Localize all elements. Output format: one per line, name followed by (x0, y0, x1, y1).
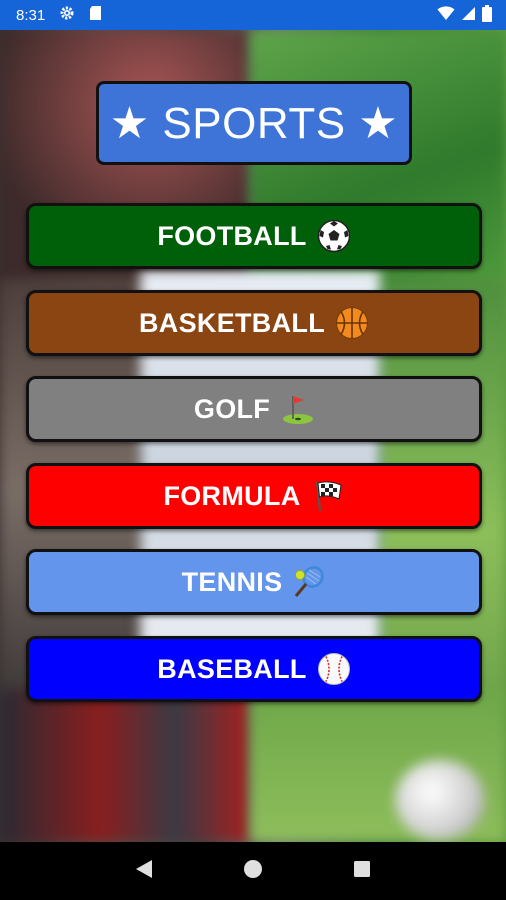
baseball-button[interactable]: BASEBALL (26, 636, 482, 702)
soccer-ball-icon (317, 219, 351, 253)
recents-button[interactable] (340, 849, 384, 893)
golf-flag-icon (280, 392, 314, 426)
status-bar: 8:31 (0, 0, 506, 30)
baseball-label: BASEBALL (157, 653, 307, 684)
tennis-label: TENNIS (181, 566, 283, 597)
back-button[interactable] (122, 849, 166, 893)
signal-icon (461, 6, 476, 25)
basketball-button[interactable]: BASKETBALL (26, 290, 482, 356)
checkered-flag-icon (311, 479, 345, 513)
background-formula-image (0, 690, 250, 842)
tennis-button[interactable]: TENNIS (26, 549, 482, 615)
home-icon (243, 859, 263, 884)
formula-button[interactable]: FORMULA (26, 463, 482, 529)
home-button[interactable] (231, 849, 275, 893)
battery-icon (482, 4, 492, 26)
page-title: ★ SPORTS ★ (96, 81, 412, 165)
basketball-label: BASKETBALL (139, 307, 325, 338)
basketball-icon (335, 306, 369, 340)
back-icon (134, 858, 154, 885)
status-time: 8:31 (16, 6, 46, 24)
navigation-bar (0, 842, 506, 900)
recents-icon (353, 860, 371, 883)
football-label: FOOTBALL (157, 220, 307, 251)
sd-card-icon (89, 5, 102, 25)
golf-button[interactable]: GOLF (26, 376, 482, 442)
tennis-racket-icon (292, 565, 326, 599)
football-button[interactable]: FOOTBALL (26, 203, 482, 269)
background-golf-ball (395, 760, 485, 840)
gear-icon (59, 5, 75, 25)
baseball-icon (317, 652, 351, 686)
wifi-icon (437, 5, 455, 25)
golf-label: GOLF (193, 393, 271, 424)
formula-label: FORMULA (163, 480, 301, 511)
